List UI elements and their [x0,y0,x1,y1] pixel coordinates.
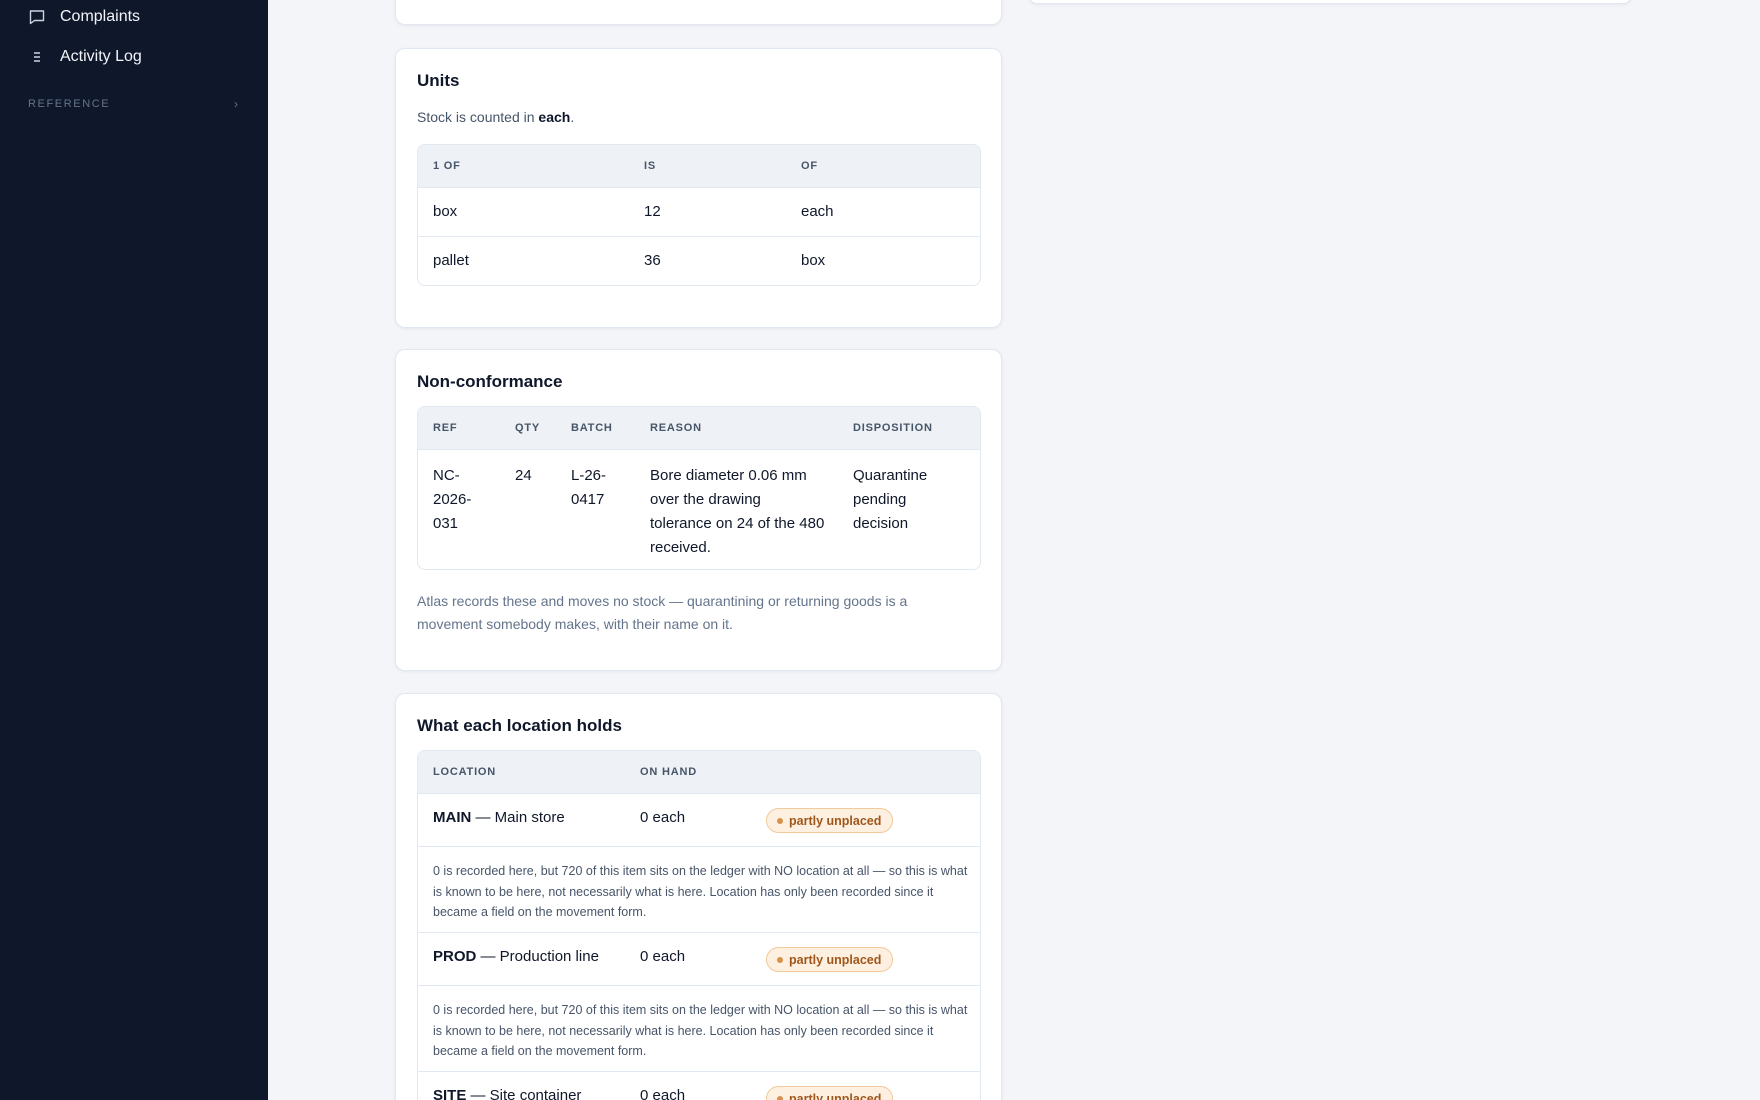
units-subtitle-suffix: . [570,109,575,125]
location-name: PROD — Production line [433,948,599,965]
table-row: pallet 36 box [418,237,980,285]
status-badge: partly unplaced [766,808,894,833]
location-note: 0 is recorded here, but 720 of this item… [433,864,968,919]
nc-ref: NC-2026-031 [433,467,472,532]
location-code: SITE [433,1087,467,1100]
nc-disposition: Quarantine pending decision [853,467,928,532]
units-card: Units Stock is counted in each. 1 OF IS … [395,48,1002,328]
dot-icon [777,817,783,824]
location-label: — Production line [476,948,599,965]
location-on-hand: 0 each [640,809,686,826]
table-header: 1 OF IS OF [418,145,980,188]
column-header: REASON [650,422,702,434]
status-badge-label: partly unplaced [789,813,882,828]
column-header: QTY [515,422,541,434]
table-row: MAIN — Main store 0 each partly unplaced [418,794,980,847]
nc-qty: 24 [515,467,532,484]
status-badge: partly unplaced [766,1086,894,1100]
location-on-hand: 0 each [640,1087,686,1100]
nonconformance-note: Atlas records these and moves no stock —… [417,593,908,632]
column-header: LOCATION [433,766,497,778]
units-base-unit: each [538,109,571,125]
sidebar-section-reference[interactable]: REFERENCE › [28,94,238,114]
unit-of: box [801,252,826,269]
sidebar-item-complaints[interactable]: Complaints [28,2,140,32]
location-name: MAIN — Main store [433,809,565,826]
unit-name: pallet [433,252,469,269]
table-row-note: 0 is recorded here, but 720 of this item… [418,986,980,1072]
unit-name: box [433,203,458,220]
column-header: DISPOSITION [853,422,933,434]
location-name: SITE — Site container [433,1087,581,1100]
column-header: OF [801,160,818,172]
column-header: BATCH [571,422,613,434]
column-header: 1 OF [433,160,461,172]
sidebar-item-label: Activity Log [60,48,142,65]
nc-reason: Bore diameter 0.06 mm over the drawing t… [650,467,825,556]
table-row: PROD — Production line 0 each partly unp… [418,933,980,986]
units-subtitle: Stock is counted in each. [417,109,574,125]
chevron-right-icon: › [234,97,238,111]
table-row: NC-2026-031 24 L-26-0417 Bore diameter 0… [418,450,980,569]
table-header: REF QTY BATCH REASON DISPOSITION [418,407,980,450]
nonconformance-card: Non-conformance REF QTY BATCH REASON DIS… [395,349,1002,671]
card-previous [395,0,1002,25]
sidebar: Complaints Activity Log REFERENCE › [0,0,268,1100]
nc-batch: L-26-0417 [571,467,607,508]
table-row: SITE — Site container 0 each partly unpl… [418,1072,980,1100]
units-table: 1 OF IS OF box 12 each pallet 36 box [417,144,981,286]
table-row-note: 0 is recorded here, but 720 of this item… [418,847,980,933]
unit-of: each [801,203,834,220]
column-header: ON HAND [640,766,697,778]
message-square-icon [28,8,46,26]
location-note: 0 is recorded here, but 720 of this item… [433,1003,968,1058]
unit-qty: 12 [644,203,661,220]
list-icon [28,48,46,66]
column-header: REF [433,422,458,434]
location-label: — Site container [466,1087,582,1100]
nonconformance-table: REF QTY BATCH REASON DISPOSITION NC-2026… [417,406,981,570]
dot-icon [777,956,783,963]
nonconformance-title: Non-conformance [417,372,563,391]
status-badge: partly unplaced [766,947,894,972]
units-title: Units [417,71,460,90]
units-subtitle-prefix: Stock is counted in [417,109,539,125]
sidebar-section-label: REFERENCE [28,98,111,110]
sidebar-item-activity-log[interactable]: Activity Log [28,42,142,72]
dot-icon [777,1095,783,1100]
location-code: MAIN [433,809,472,826]
card-right-column [1028,0,1632,4]
locations-card: What each location holds LOCATION ON HAN… [395,693,1002,1100]
status-badge-label: partly unplaced [789,1091,882,1100]
table-row: box 12 each [418,188,980,237]
location-label: — Main store [471,809,565,826]
locations-table: LOCATION ON HAND MAIN — Main store 0 eac… [417,750,981,1100]
column-header: IS [644,160,656,172]
locations-title: What each location holds [417,716,622,735]
status-badge-label: partly unplaced [789,952,882,967]
location-on-hand: 0 each [640,948,686,965]
sidebar-item-label: Complaints [60,8,141,25]
table-header: LOCATION ON HAND [418,751,980,794]
unit-qty: 36 [644,252,661,269]
location-code: PROD [433,948,477,965]
